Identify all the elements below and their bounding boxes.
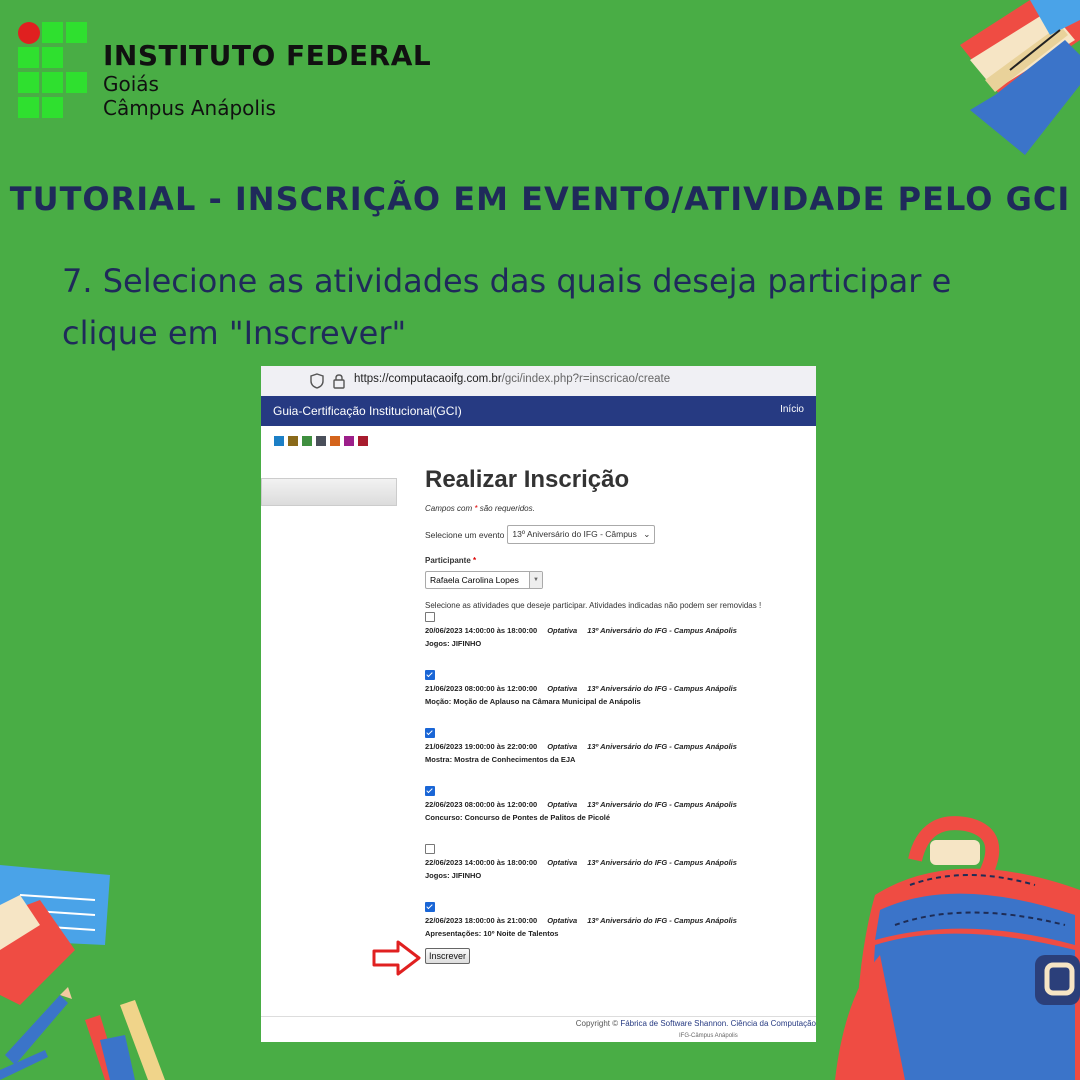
ifg-logo-mark: [18, 22, 90, 118]
participant-select[interactable]: Rafaela Carolina Lopes ▼: [425, 571, 543, 589]
activity-title: Apresentações: 10º Noite de Talentos: [425, 929, 559, 938]
shield-icon: [310, 373, 324, 389]
footer-divider: [261, 1016, 816, 1017]
activity-event: 13º Aniversário do IFG - Campus Anápolis: [587, 742, 737, 751]
color-swatch[interactable]: [330, 436, 340, 446]
activities-list: 20/06/2023 14:00:00 às 18:00:00 Optativa 1…: [425, 612, 815, 960]
footer-copyright: Copyright © Fábrica de Software Shannon.…: [576, 1019, 816, 1028]
activity-date: 21/06/2023 08:00:00 às 12:00:00: [425, 684, 538, 693]
activity-event: 13º Aniversário do IFG - Campus Anápolis: [587, 626, 737, 635]
activity-details: 21/06/2023 08:00:00 às 12:00:00 Optativa 1…: [425, 684, 737, 693]
step-instruction: 7. Selecione as atividades das quais des…: [62, 262, 952, 352]
sidebar-menu[interactable]: [261, 478, 397, 506]
event-label: Selecione um evento: [425, 529, 505, 540]
activity-checkbox[interactable]: [425, 786, 435, 796]
activity-item: 22/06/2023 18:00:00 às 21:00:00 Optativa 1…: [425, 902, 815, 960]
activity-date: 22/06/2023 08:00:00 às 12:00:00: [425, 800, 538, 809]
participant-value: Rafaela Carolina Lopes: [430, 575, 519, 585]
activity-title: Mostra: Mostra de Conhecimentos da EJA: [425, 755, 576, 764]
app-title[interactable]: Guia-Certificação Institucional(GCI): [273, 404, 462, 418]
logo-line1: INSTITUTO FEDERAL: [103, 39, 432, 72]
activity-type: Optativa: [547, 800, 578, 809]
activity-type: Optativa: [547, 742, 578, 751]
chevron-down-icon: ⌄: [643, 529, 651, 539]
color-swatch[interactable]: [344, 436, 354, 446]
theme-swatches: [274, 433, 372, 446]
color-swatch[interactable]: [358, 436, 368, 446]
activity-item: 22/06/2023 14:00:00 às 18:00:00 Optativa 1…: [425, 844, 815, 902]
url-host: https://computacaoifg.com.br: [354, 373, 502, 385]
event-select[interactable]: 13º Aniversário do IFG - Câmpus ⌄: [507, 525, 656, 544]
activity-event: 13º Aniversário do IFG - Campus Anápolis: [587, 916, 737, 925]
logo-line2: Goiás: [103, 72, 159, 96]
page-title: Realizar Inscrição: [425, 466, 630, 493]
school-supplies-illustration: [0, 865, 165, 1080]
activity-item: 21/06/2023 08:00:00 às 12:00:00 Optativa 1…: [425, 670, 815, 728]
books-illustration: [960, 0, 1080, 155]
activity-title: Jogos: JIFINHO: [425, 871, 482, 880]
activity-item: 20/06/2023 14:00:00 às 18:00:00 Optativa 1…: [425, 612, 815, 670]
activity-details: 21/06/2023 19:00:00 às 22:00:00 Optativa 1…: [425, 742, 737, 751]
activity-checkbox[interactable]: [425, 902, 435, 912]
nav-home-link[interactable]: Início: [780, 404, 804, 415]
activity-event: 13º Aniversário do IFG - Campus Anápolis: [587, 858, 737, 867]
color-swatch[interactable]: [288, 436, 298, 446]
activity-title: Concurso: Concurso de Pontes de Palitos …: [425, 813, 611, 822]
participant-label: Participante: [425, 556, 471, 565]
activity-title: Jogos: JIFINHO: [425, 639, 482, 648]
browser-url-bar[interactable]: https://computacaoifg.com.br/gci/index.p…: [261, 366, 816, 397]
required-note: Campos com * são requeridos.: [425, 504, 815, 513]
activity-checkbox[interactable]: [425, 844, 435, 854]
url-text[interactable]: https://computacaoifg.com.br/gci/index.p…: [354, 373, 670, 385]
activity-details: 22/06/2023 14:00:00 às 18:00:00 Optativa 1…: [425, 858, 737, 867]
activity-details: 22/06/2023 08:00:00 às 12:00:00 Optativa 1…: [425, 800, 737, 809]
url-path: /gci/index.php?r=inscricao/create: [501, 373, 671, 385]
color-swatch[interactable]: [274, 436, 284, 446]
footer-campus: IFG-Câmpus Anápolis: [679, 1033, 738, 1039]
color-swatch[interactable]: [316, 436, 326, 446]
activity-checkbox[interactable]: [425, 612, 435, 622]
required-note-post: são requeridos.: [477, 504, 535, 513]
arrow-right-icon: [372, 940, 421, 976]
activity-type: Optativa: [547, 626, 578, 635]
copyright-text: Copyright ©: [575, 1019, 621, 1028]
activity-date: 22/06/2023 18:00:00 às 21:00:00: [425, 916, 538, 925]
activity-date: 22/06/2023 14:00:00 às 18:00:00: [425, 858, 538, 867]
activity-type: Optativa: [547, 916, 578, 925]
activity-event: 13º Aniversário do IFG - Campus Anápolis: [587, 684, 737, 693]
backpack-illustration: [835, 816, 1080, 1080]
activity-checkbox[interactable]: [425, 728, 435, 738]
participant-required-star: *: [473, 556, 477, 565]
activity-type: Optativa: [547, 684, 578, 693]
activity-item: 21/06/2023 19:00:00 às 22:00:00 Optativa 1…: [425, 728, 815, 786]
activity-details: 20/06/2023 14:00:00 às 18:00:00 Optativa 1…: [425, 626, 737, 635]
activity-item: 22/06/2023 08:00:00 às 12:00:00 Optativa 1…: [425, 786, 815, 844]
browser-screenshot: https://computacaoifg.com.br/gci/index.p…: [261, 366, 816, 1042]
activity-details: 22/06/2023 18:00:00 às 21:00:00 Optativa 1…: [425, 916, 737, 925]
footer-link[interactable]: Fábrica de Software Shannon. Ciência da …: [620, 1019, 816, 1028]
inscrever-button[interactable]: Inscrever: [425, 948, 471, 964]
event-row: Selecione um evento 13º Aniversário do I…: [425, 525, 815, 544]
tutorial-heading: TUTORIAL - INSCRIÇÃO EM EVENTO/ATIVIDADE…: [9, 180, 1071, 218]
app-navbar: Guia-Certificação Institucional(GCI) Iní…: [261, 396, 816, 426]
activity-date: 21/06/2023 19:00:00 às 22:00:00: [425, 742, 538, 751]
activity-title: Moção: Moção de Aplauso na Câmara Munici…: [425, 697, 641, 706]
color-swatch[interactable]: [302, 436, 312, 446]
logo-line3: Câmpus Anápolis: [103, 96, 276, 120]
activities-instruction: Selecione as atividades que deseje parti…: [425, 601, 762, 610]
event-value: 13º Aniversário do IFG - Câmpus: [512, 529, 637, 539]
participant-label-row: Participante *: [425, 556, 815, 565]
activity-type: Optativa: [547, 858, 578, 867]
activity-event: 13º Aniversário do IFG - Campus Anápolis: [587, 800, 737, 809]
required-note-pre: Campos com: [425, 504, 475, 513]
dropdown-arrow-icon[interactable]: ▼: [529, 572, 542, 588]
lock-icon: [333, 374, 345, 389]
form-content: Realizar Inscrição Campos com * são requ…: [425, 466, 815, 960]
ifg-logo-text: INSTITUTO FEDERAL Goiás Câmpus Anápolis: [103, 39, 432, 121]
activity-date: 20/06/2023 14:00:00 às 18:00:00: [425, 626, 538, 635]
activity-checkbox[interactable]: [425, 670, 435, 680]
